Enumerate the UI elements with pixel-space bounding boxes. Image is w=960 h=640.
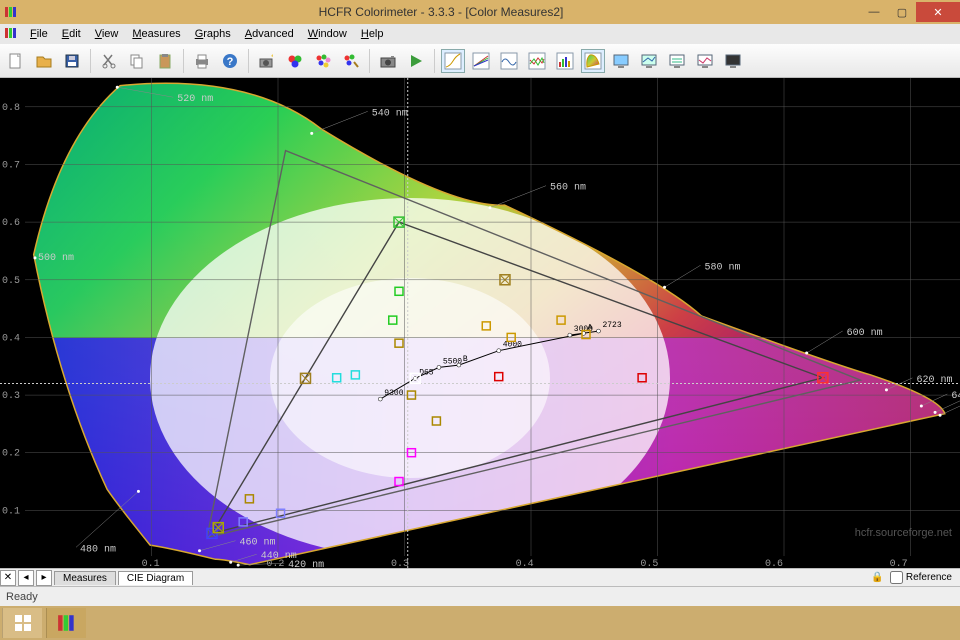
menu-measures[interactable]: Measures [126,26,186,42]
help-button[interactable]: ? [218,49,242,73]
close-button[interactable]: ✕ [916,2,960,22]
menu-bar: File Edit View Measures Graphs Advanced … [0,24,960,44]
view-monitor1-button[interactable] [609,49,633,73]
svg-text:2723: 2723 [602,321,621,330]
svg-text:600 nm: 600 nm [847,328,883,339]
minimize-button[interactable]: — [860,2,888,22]
menu-file[interactable]: File [24,26,54,42]
paste-button[interactable] [153,49,177,73]
brush-balls-icon[interactable] [339,49,363,73]
view-hist-button[interactable] [553,49,577,73]
taskbar [0,606,960,640]
reference-label: Reference [906,572,952,583]
view-monitor5-button[interactable] [721,49,745,73]
svg-text:0.7: 0.7 [890,559,908,568]
view-monitor4-button[interactable] [693,49,717,73]
menu-edit[interactable]: Edit [56,26,87,42]
svg-text:0.5: 0.5 [2,276,20,287]
tab-prev-button[interactable]: ◂ [18,570,34,586]
view-curve2-button[interactable] [525,49,549,73]
svg-text:9300: 9300 [384,389,403,398]
svg-text:540 nm: 540 nm [372,108,408,119]
menu-graphs[interactable]: Graphs [189,26,237,42]
svg-text:0.6: 0.6 [2,218,20,229]
svg-text:560 nm: 560 nm [550,183,586,194]
print-button[interactable] [190,49,214,73]
app-icon [4,5,18,19]
open-button[interactable] [32,49,56,73]
multi-balls-icon[interactable] [311,49,335,73]
view-curve1-button[interactable] [497,49,521,73]
toolbar: ? [0,44,960,78]
watermark-text: hcfr.sourceforge.net [855,527,952,539]
status-text: Ready [6,591,38,603]
view-monitor3-button[interactable] [665,49,689,73]
svg-text:B: B [463,355,468,364]
tab-measures[interactable]: Measures [54,571,116,585]
svg-text:0.7: 0.7 [2,160,20,171]
menu-view[interactable]: View [89,26,125,42]
svg-text:0.4: 0.4 [2,333,20,344]
camera-icon[interactable] [376,49,400,73]
svg-text:0.2: 0.2 [2,449,20,460]
menu-advanced[interactable]: Advanced [239,26,300,42]
window-controls: — ▢ ✕ [860,2,960,22]
svg-text:0.6: 0.6 [765,559,783,568]
svg-text:620 nm: 620 nm [916,375,952,386]
status-bar: Ready [0,586,960,606]
svg-text:440 nm: 440 nm [261,551,297,562]
cut-button[interactable] [97,49,121,73]
svg-text:D65: D65 [419,368,434,377]
view-rgb-lines-button[interactable] [469,49,493,73]
lock-icon: 🔒 [871,572,889,583]
camera-flash-icon[interactable] [255,49,279,73]
svg-text:580 nm: 580 nm [705,262,741,273]
svg-text:500 nm: 500 nm [38,253,74,264]
start-button[interactable] [2,608,42,638]
svg-text:0.5: 0.5 [640,559,658,568]
rgb-balls-icon[interactable] [283,49,307,73]
cie-diagram-canvas[interactable]: 9300D655500B4000A30002723 0.10.20.30.40.… [0,78,960,568]
new-doc-button[interactable] [4,49,28,73]
reference-checkbox-input[interactable] [890,571,903,584]
tab-close-button[interactable]: ✕ [0,570,16,586]
window-title: HCFR Colorimeter - 3.3.3 - [Color Measur… [22,5,860,19]
reference-checkbox[interactable]: Reference [890,571,960,584]
svg-text:640 nm: 640 nm [951,391,960,402]
title-bar: HCFR Colorimeter - 3.3.3 - [Color Measur… [0,0,960,24]
svg-text:520 nm: 520 nm [177,94,213,105]
svg-text:?: ? [227,56,234,68]
svg-text:0.1: 0.1 [142,559,160,568]
svg-text:0.8: 0.8 [2,103,20,114]
view-monitor2-button[interactable] [637,49,661,73]
svg-text:460 nm: 460 nm [240,538,276,549]
play-button[interactable] [404,49,428,73]
doc-icon [4,26,18,43]
tab-next-button[interactable]: ▸ [36,570,52,586]
tab-bar: ✕ ◂ ▸ Measures CIE Diagram 🔒 Reference [0,568,960,586]
svg-text:0.1: 0.1 [2,506,20,517]
view-cie-button[interactable] [581,49,605,73]
copy-button[interactable] [125,49,149,73]
tab-cie-diagram[interactable]: CIE Diagram [118,571,193,585]
svg-text:480 nm: 480 nm [80,544,116,555]
svg-text:0.4: 0.4 [516,559,534,568]
view-gamma-button[interactable] [441,49,465,73]
save-button[interactable] [60,49,84,73]
taskbar-hcfr-button[interactable] [46,608,86,638]
maximize-button[interactable]: ▢ [888,2,916,22]
svg-text:0.3: 0.3 [2,391,20,402]
svg-text:0.3: 0.3 [391,559,409,568]
menu-window[interactable]: Window [302,26,353,42]
menu-help[interactable]: Help [355,26,390,42]
